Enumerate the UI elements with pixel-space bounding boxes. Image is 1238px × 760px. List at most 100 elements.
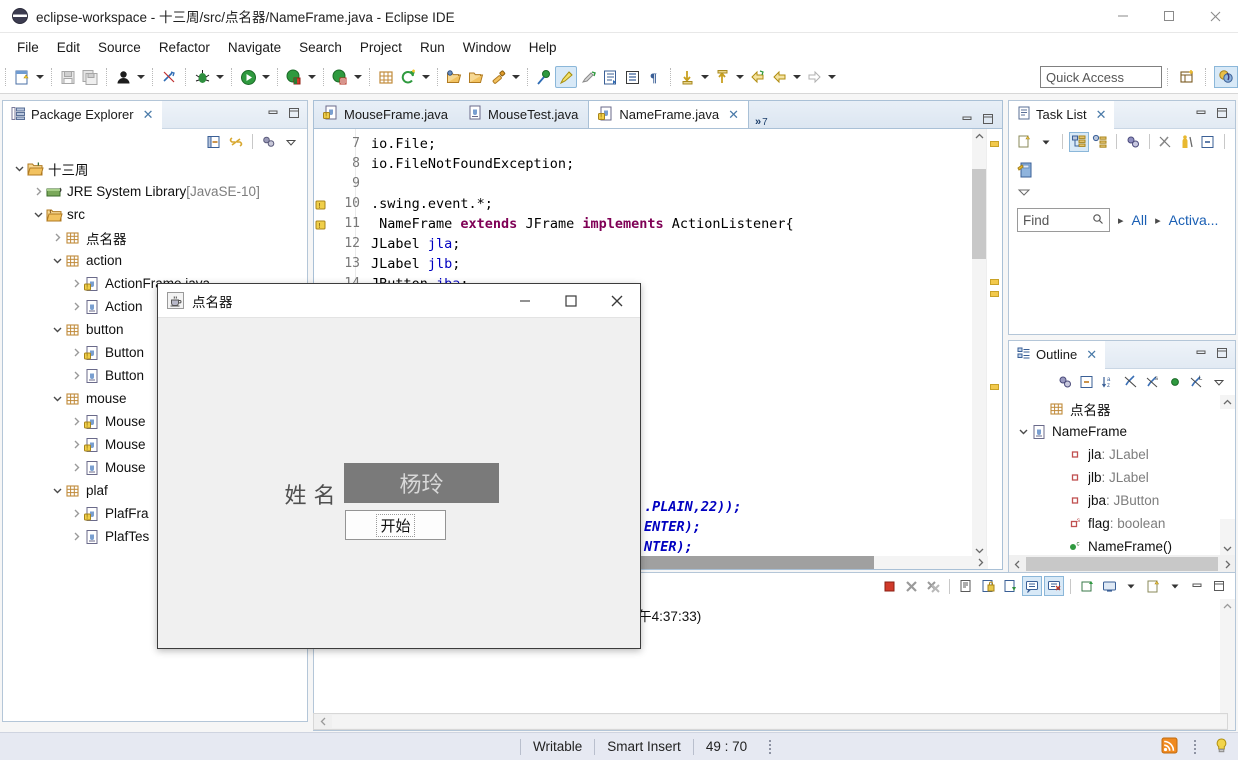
- focus-icon[interactable]: [1055, 372, 1075, 392]
- maximize-icon[interactable]: [1209, 576, 1229, 596]
- statusbar-drag-handle[interactable]: [1194, 739, 1197, 754]
- menu-source[interactable]: Source: [89, 37, 150, 58]
- editor-vertical-scrollbar[interactable]: [972, 129, 986, 557]
- menu-refactor[interactable]: Refactor: [150, 37, 219, 58]
- debug-dropdown-icon[interactable]: [213, 66, 226, 88]
- back-icon[interactable]: [768, 66, 790, 88]
- chevron-right-icon[interactable]: [68, 299, 84, 315]
- marker-icon[interactable]: [555, 66, 577, 88]
- scroll-right-icon[interactable]: [972, 556, 988, 569]
- tree-item-jre-system-library[interactable]: JRE System Library [JavaSE-10]: [3, 180, 307, 203]
- editor-tab-nameframe-java[interactable]: ! NameFrame.java ✕: [588, 100, 749, 128]
- tip-of-the-day-icon[interactable]: [1213, 737, 1230, 757]
- chevron-down-icon[interactable]: [49, 391, 65, 407]
- hide-local-icon[interactable]: L: [1187, 372, 1207, 392]
- focus-icon[interactable]: [1177, 132, 1197, 152]
- remove-all-icons[interactable]: [923, 576, 943, 596]
- categorized-icon[interactable]: [1069, 131, 1089, 152]
- expand-icon[interactable]: [1017, 186, 1227, 200]
- previous-edit-dropdown-icon[interactable]: [733, 66, 746, 88]
- previous-edit-icon[interactable]: [711, 66, 733, 88]
- next-edit-dropdown-icon[interactable]: [698, 66, 711, 88]
- forward-dropdown-icon[interactable]: [825, 66, 838, 88]
- next-annotation-icon[interactable]: [577, 66, 599, 88]
- close-icon[interactable]: ✕: [143, 107, 154, 123]
- view-menu-filter-icon[interactable]: [259, 132, 279, 152]
- chevron-right-icon[interactable]: [68, 368, 84, 384]
- view-menu-icon[interactable]: [1209, 372, 1229, 392]
- minimize-icon[interactable]: [961, 113, 973, 128]
- warning-marker[interactable]: [990, 279, 999, 285]
- close-icon[interactable]: ✕: [1086, 347, 1097, 363]
- scroll-down-icon[interactable]: [1220, 541, 1235, 555]
- menu-project[interactable]: Project: [351, 37, 411, 58]
- menu-edit[interactable]: Edit: [48, 37, 89, 58]
- view-menu-icon[interactable]: [281, 132, 301, 152]
- name-picker-dialog[interactable]: 点名器 姓 名 杨玲 开始: [157, 283, 641, 649]
- chevron-right-icon[interactable]: [68, 506, 84, 522]
- new-console-dropdown-icon[interactable]: [1165, 576, 1185, 596]
- debug-icon[interactable]: [191, 66, 213, 88]
- save-icon[interactable]: [57, 66, 79, 88]
- maximize-icon[interactable]: [982, 113, 994, 128]
- menu-help[interactable]: Help: [520, 37, 566, 58]
- hide-fields-icon[interactable]: [1121, 372, 1141, 392]
- outline-tree[interactable]: 点名器 NameFrame jla : JLabel jlb : JLabel jba …: [1009, 395, 1235, 555]
- outline-item-jla[interactable]: jla : JLabel: [1009, 443, 1217, 466]
- scroll-left-icon[interactable]: [314, 717, 332, 726]
- chevron-down-icon[interactable]: [49, 322, 65, 338]
- scroll-right-icon[interactable]: [1219, 560, 1235, 569]
- maximize-icon[interactable]: [1216, 347, 1228, 362]
- chevron-right-icon[interactable]: [68, 460, 84, 476]
- hide-nonpublic-icon[interactable]: [1165, 372, 1185, 392]
- pilcrow-icon[interactable]: ¶: [643, 66, 665, 88]
- bottom-horizontal-scrollbar[interactable]: [313, 713, 1228, 730]
- display-selected-console-error-icon[interactable]: [1044, 576, 1064, 596]
- close-icon[interactable]: [1192, 0, 1238, 33]
- tree-item-十三周[interactable]: 十三周: [3, 157, 307, 180]
- minimize-icon[interactable]: [1195, 347, 1207, 362]
- search-dropdown-icon[interactable]: [509, 66, 522, 88]
- console-dropdown-arrow-icon[interactable]: [1121, 576, 1141, 596]
- outline-horizontal-scrollbar[interactable]: [1009, 555, 1235, 573]
- minimize-icon[interactable]: [502, 284, 548, 318]
- lock-scroll-icon[interactable]: [978, 576, 998, 596]
- new-console-icon[interactable]: [1143, 576, 1163, 596]
- link-with-editor-icon[interactable]: [226, 132, 246, 152]
- new-java-project-icon[interactable]: [375, 66, 397, 88]
- print-person-icon[interactable]: [112, 66, 134, 88]
- scroll-left-icon[interactable]: [1009, 560, 1025, 569]
- chevron-down-icon[interactable]: [1015, 424, 1031, 440]
- filter-icon[interactable]: [1156, 132, 1176, 152]
- outline-item-jlb[interactable]: jlb : JLabel: [1009, 466, 1217, 489]
- external-tools-dropdown-icon[interactable]: [351, 66, 364, 88]
- outline-item-flag[interactable]: s flag : boolean: [1009, 512, 1217, 535]
- scrollbar-thumb[interactable]: [1026, 557, 1218, 571]
- chevron-right-icon[interactable]: [68, 345, 84, 361]
- chevron-right-icon[interactable]: [30, 184, 46, 200]
- warning-marker[interactable]: [990, 291, 999, 297]
- outline-vertical-scrollbar[interactable]: [1220, 395, 1235, 555]
- chevron-right-icon[interactable]: [68, 437, 84, 453]
- maximize-icon[interactable]: [288, 107, 300, 122]
- sort-icon[interactable]: az: [1099, 372, 1119, 392]
- start-button[interactable]: 开始: [345, 510, 446, 540]
- show-whitespace-icon[interactable]: [599, 66, 621, 88]
- remove-launch-icon[interactable]: [901, 576, 921, 596]
- new-wizard-icon[interactable]: [11, 66, 33, 88]
- console-vertical-scrollbar[interactable]: [1220, 599, 1235, 730]
- outline-item-nameframe[interactable]: NameFrame: [1009, 420, 1217, 443]
- refresh-dropdown-icon[interactable]: [419, 66, 432, 88]
- toggle-breakpoint-icon[interactable]: [158, 66, 180, 88]
- editor-tab-mouseframe-java[interactable]: ! MouseFrame.java: [314, 100, 458, 128]
- terminate-icon[interactable]: [879, 576, 899, 596]
- pin-console-icon[interactable]: [1000, 576, 1020, 596]
- collapse-all-icon[interactable]: [1199, 132, 1219, 152]
- quick-access-input[interactable]: Quick Access: [1040, 66, 1162, 88]
- back-with-history-icon[interactable]: [746, 66, 768, 88]
- menu-run[interactable]: Run: [411, 37, 454, 58]
- new-task-dropdown-icon[interactable]: [1037, 132, 1057, 152]
- task-filter-all-link[interactable]: All: [1132, 212, 1148, 228]
- chevron-right-icon[interactable]: [68, 276, 84, 292]
- new-console-view-icon[interactable]: [1077, 576, 1097, 596]
